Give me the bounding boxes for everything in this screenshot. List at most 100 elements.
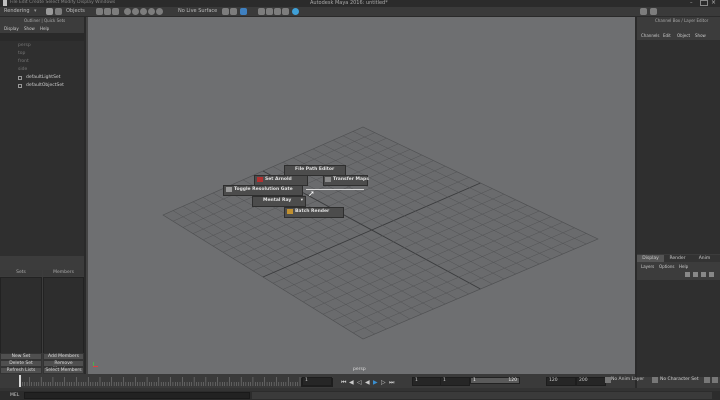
outliner-list: persp top front side defaultLightSet def… — [0, 41, 84, 256]
ipr-render-icon[interactable] — [266, 8, 273, 15]
snap-surface-icon[interactable] — [156, 8, 163, 15]
lasso-icon[interactable] — [104, 8, 111, 15]
toggle-resolution-gate-button[interactable]: Toggle Resolution Gate — [223, 185, 303, 196]
menu-set-select[interactable]: Rendering — [4, 8, 30, 14]
outliner-menu-show[interactable]: Show — [24, 26, 35, 31]
channel-menu-edit[interactable]: Edit — [663, 33, 671, 38]
outliner-title: Outliner | Quick Sets — [24, 18, 66, 23]
snap-point-icon[interactable] — [140, 8, 147, 15]
outliner-search-field[interactable] — [0, 33, 84, 41]
tab-render[interactable]: Render — [664, 255, 691, 262]
list-item[interactable]: side — [18, 67, 27, 72]
mental-ray-button[interactable]: Mental Ray ▾ — [252, 196, 306, 207]
new-scene-icon[interactable] — [46, 8, 53, 15]
character-set-select[interactable]: No Character Set — [660, 377, 699, 382]
snap-curve-icon[interactable] — [132, 8, 139, 15]
list-item[interactable]: front — [18, 59, 29, 64]
channel-box-area[interactable] — [637, 40, 720, 254]
layer-menu-options[interactable]: Options — [659, 264, 674, 269]
channel-box-toggle-icon[interactable] — [640, 8, 647, 15]
arnold-icon[interactable] — [292, 8, 299, 15]
range-slider-bar[interactable]: 1 120 — [470, 377, 520, 384]
list-item[interactable]: persp — [18, 43, 31, 48]
resolution-gate-icon — [226, 187, 232, 192]
mel-label: MEL — [10, 393, 20, 398]
select-tool-icon[interactable] — [96, 8, 103, 15]
mouse-cursor-icon: ➚ — [308, 189, 315, 198]
range-slider-end-label: 120 — [508, 378, 517, 383]
mental-ray-label: Mental Ray — [263, 198, 292, 203]
playback-start-field[interactable]: 1 — [440, 377, 470, 386]
selection-mask-select[interactable]: Objects — [66, 8, 85, 14]
step-forward-icon[interactable]: ▷ — [381, 379, 386, 386]
channel-menu-show[interactable]: Show — [695, 33, 706, 38]
add-members-button[interactable]: Add Members — [43, 353, 84, 360]
refresh-lists-button[interactable]: Refresh Lists — [0, 367, 42, 374]
file-menu-strip[interactable]: File Edit Create Select Modify Display W… — [10, 0, 115, 5]
layer-down-icon[interactable] — [693, 272, 698, 277]
tab-anim[interactable]: Anim — [691, 255, 718, 262]
minimize-icon[interactable]: – — [690, 0, 698, 6]
live-surface-label[interactable]: No Live Surface — [178, 8, 217, 14]
layer-menu-layers[interactable]: Layers — [641, 264, 654, 269]
set-icon — [18, 76, 22, 80]
go-to-start-icon[interactable]: ⏮ — [341, 379, 346, 387]
ground-grid — [162, 126, 599, 340]
channel-menu-object[interactable]: Object — [677, 33, 690, 38]
hypershade-icon[interactable] — [282, 8, 289, 15]
snap-view-icon[interactable] — [148, 8, 155, 15]
remove-members-button[interactable]: Remove Members — [43, 360, 84, 372]
render-view-icon[interactable] — [258, 8, 265, 15]
close-icon[interactable]: × — [711, 0, 716, 6]
go-to-end-icon[interactable]: ⏭ — [389, 379, 394, 387]
anim-layer-select[interactable]: No Anim Layer — [611, 377, 644, 382]
list-item[interactable]: defaultObjectSet — [26, 83, 64, 88]
outliner-menu-help[interactable]: Help — [40, 26, 49, 31]
set-icon — [18, 84, 22, 88]
open-scene-icon[interactable] — [55, 8, 62, 15]
maximize-icon[interactable] — [700, 0, 708, 6]
viewport-panel[interactable]: File Path Editor Set Arnold Transfer Map… — [88, 17, 635, 374]
layer-up-icon[interactable] — [685, 272, 690, 277]
anim-start-field[interactable]: 1 — [412, 377, 442, 386]
new-layer-icon[interactable] — [701, 272, 706, 277]
outliner-menu-display[interactable]: Display — [4, 26, 19, 31]
end-frame-field[interactable]: 200 — [576, 377, 606, 386]
set-arnold-label: Set Arnold — [265, 177, 292, 182]
character-set-icon — [652, 377, 658, 383]
play-backwards-icon[interactable]: ◀ — [365, 379, 370, 386]
list-item[interactable]: defaultLightSet — [26, 75, 60, 80]
toggle-resolution-gate-label: Toggle Resolution Gate — [234, 187, 293, 192]
batch-render-button[interactable]: Batch Render — [284, 207, 344, 218]
step-back-icon[interactable]: ◁ — [357, 379, 362, 386]
list-item[interactable]: top — [18, 51, 25, 56]
range-slider-start-label: 1 — [473, 378, 476, 383]
render-settings-icon[interactable] — [274, 8, 281, 15]
new-set-button[interactable]: New Set — [0, 353, 42, 360]
layer-menu-help[interactable]: Help — [679, 264, 688, 269]
preferences-icon[interactable] — [712, 377, 718, 383]
symmetry-icon[interactable] — [222, 8, 229, 15]
step-back-key-icon[interactable]: ◀ — [349, 379, 354, 386]
command-input[interactable] — [24, 392, 250, 399]
paint-select-icon[interactable] — [112, 8, 119, 15]
history-icon[interactable] — [230, 8, 237, 15]
transfer-maps-button[interactable]: Transfer Maps — [323, 175, 369, 186]
sets-column-header: Sets — [0, 270, 42, 276]
select-members-button[interactable]: Select Members — [43, 367, 84, 374]
play-forwards-icon[interactable]: ▶ — [373, 379, 378, 386]
current-time-indicator[interactable] — [19, 375, 21, 387]
chevron-down-icon[interactable]: ▾ — [34, 8, 37, 14]
snap-grid-icon[interactable] — [124, 8, 131, 15]
new-layer-selected-icon[interactable] — [709, 272, 714, 277]
playback-end-field[interactable]: 120 — [546, 377, 576, 386]
attribute-editor-toggle-icon[interactable] — [650, 8, 657, 15]
tab-display[interactable]: Display — [637, 255, 664, 262]
render-icon[interactable] — [240, 8, 247, 15]
channel-box-panel: Channel Box / Layer Editor Channels Edit… — [635, 17, 720, 388]
auto-key-icon[interactable] — [704, 377, 710, 383]
delete-set-button[interactable]: Delete Set — [0, 360, 42, 367]
channel-menu-channels[interactable]: Channels — [641, 33, 660, 38]
start-frame-field[interactable]: 1 — [302, 377, 332, 386]
layer-list[interactable] — [637, 280, 720, 377]
